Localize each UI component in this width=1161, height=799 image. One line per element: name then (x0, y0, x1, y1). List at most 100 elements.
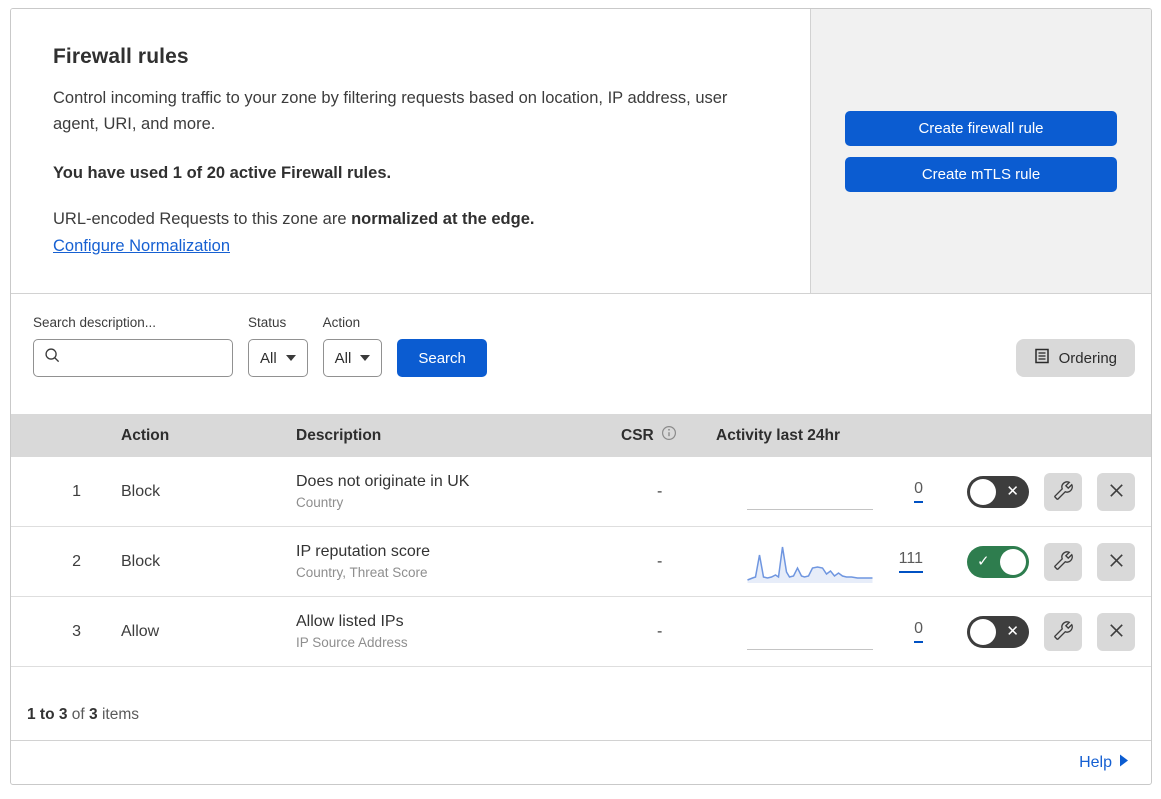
activity-count-link[interactable]: 111 (898, 550, 923, 573)
rule-index: 1 (72, 482, 81, 500)
activity-cell: 0 (691, 471, 931, 513)
rule-index: 3 (72, 622, 81, 640)
wrench-icon (1053, 620, 1073, 643)
rule-action: Block (121, 482, 161, 500)
rule-description-cell: Allow listed IPs IP Source Address (276, 613, 601, 650)
x-icon (1107, 481, 1126, 503)
ordering-button[interactable]: Ordering (1015, 339, 1135, 377)
filter-bar: Search description... Status All Action … (11, 294, 1151, 414)
csr-header-label: CSR (621, 426, 654, 444)
wrench-icon (1053, 480, 1073, 503)
activity-sparkline (747, 611, 873, 653)
rule-index: 2 (72, 552, 81, 570)
rule-action: Allow (121, 622, 160, 640)
header-section: Firewall rules Control incoming traffic … (11, 9, 1151, 294)
list-document-icon (1034, 348, 1050, 368)
rule-description: Does not originate in UK (296, 473, 470, 490)
help-label: Help (1079, 753, 1112, 771)
status-filter-group: Status All (248, 315, 308, 377)
activity-cell: 111 (691, 541, 931, 583)
rule-description-cell: Does not originate in UK Country (276, 473, 601, 510)
rule-controls: ✓ (931, 542, 1151, 581)
activity-sparkline (747, 471, 873, 513)
create-mtls-rule-button[interactable]: Create mTLS rule (845, 156, 1117, 192)
toggle-knob (970, 618, 996, 645)
rule-controls: ✕ (931, 612, 1151, 651)
action-value: All (334, 349, 352, 367)
normalization-statement: URL-encoded Requests to this zone are no… (53, 210, 770, 229)
edit-rule-button[interactable] (1044, 472, 1082, 511)
activity-sparkline (747, 541, 873, 583)
enable-toggle[interactable]: ✕ (967, 615, 1029, 648)
firewall-rules-panel: Firewall rules Control incoming traffic … (10, 8, 1152, 785)
configure-normalization-link[interactable]: Configure Normalization (53, 237, 230, 256)
status-dropdown[interactable]: All (248, 339, 308, 377)
table-header: Action Description CSR Activity last 24h… (11, 414, 1151, 457)
empty-sparkline-baseline (747, 508, 873, 510)
enable-toggle[interactable]: ✕ (967, 475, 1029, 508)
toggle-state-icon: ✕ (1006, 482, 1019, 500)
page-title: Firewall rules (53, 45, 189, 68)
action-dropdown[interactable]: All (322, 339, 383, 377)
empty-sparkline-baseline (747, 648, 873, 650)
csr-value: - (657, 482, 663, 500)
actions-panel: Create firewall rule Create mTLS rule (811, 9, 1151, 293)
edit-rule-button[interactable] (1044, 542, 1082, 581)
info-icon[interactable] (661, 425, 677, 446)
csr-value: - (657, 622, 663, 640)
delete-rule-button[interactable] (1097, 612, 1135, 651)
ordering-label: Ordering (1058, 349, 1117, 367)
help-row: Help (11, 741, 1151, 784)
rule-criteria: Country, Threat Score (296, 565, 428, 580)
search-group: Search description... (33, 315, 233, 377)
rule-criteria: IP Source Address (296, 635, 408, 650)
activity-count-link[interactable]: 0 (914, 480, 923, 503)
rule-row: 1 Block Does not originate in UK Country… (11, 457, 1151, 527)
of-text: of (71, 706, 85, 723)
wrench-icon (1053, 550, 1073, 573)
column-action: Action (121, 426, 170, 444)
arrow-right-icon (1119, 754, 1129, 772)
page-description: Control incoming traffic to your zone by… (53, 89, 728, 134)
column-csr: CSR (601, 425, 691, 446)
status-value: All (260, 349, 277, 367)
toggle-state-icon: ✕ (1006, 622, 1019, 640)
toggle-knob (1000, 548, 1026, 575)
activity-count-link[interactable]: 0 (914, 620, 923, 643)
column-activity: Activity last 24hr (716, 426, 841, 444)
csr-value: - (657, 552, 663, 570)
toggle-knob (970, 478, 996, 505)
normalization-bold: normalized at the edge. (351, 209, 535, 228)
rule-row: 3 Allow Allow listed IPs IP Source Addre… (11, 597, 1151, 667)
help-link[interactable]: Help (1079, 754, 1129, 772)
enable-toggle[interactable]: ✓ (967, 545, 1029, 578)
search-button[interactable]: Search (397, 339, 487, 377)
header-text-block: Firewall rules Control incoming traffic … (11, 9, 811, 293)
total-text: 3 (89, 706, 98, 723)
action-filter-group: Action All (322, 315, 383, 377)
rule-action: Block (121, 552, 161, 570)
rule-description: IP reputation score (296, 543, 431, 560)
rules-table-body: 1 Block Does not originate in UK Country… (11, 457, 1151, 667)
search-input[interactable] (69, 349, 222, 367)
rule-description: Allow listed IPs (296, 613, 404, 630)
rule-controls: ✕ (931, 472, 1151, 511)
items-text: items (101, 706, 140, 723)
chevron-down-icon (285, 355, 296, 361)
rule-description-cell: IP reputation score Country, Threat Scor… (276, 543, 601, 580)
rule-row: 2 Block IP reputation score Country, Thr… (11, 527, 1151, 597)
edit-rule-button[interactable] (1044, 612, 1082, 651)
search-box[interactable] (33, 339, 233, 377)
chevron-down-icon (360, 355, 371, 361)
rule-criteria: Country (296, 495, 344, 510)
usage-statement: You have used 1 of 20 active Firewall ru… (53, 163, 392, 182)
range-text: 1 to 3 (27, 706, 68, 723)
create-firewall-rule-button[interactable]: Create firewall rule (845, 110, 1117, 146)
delete-rule-button[interactable] (1097, 472, 1135, 511)
activity-cell: 0 (691, 611, 931, 653)
x-icon (1107, 551, 1126, 573)
delete-rule-button[interactable] (1097, 542, 1135, 581)
normalization-prefix: URL-encoded Requests to this zone are (53, 209, 352, 228)
status-label: Status (248, 315, 287, 330)
action-label: Action (322, 315, 361, 330)
